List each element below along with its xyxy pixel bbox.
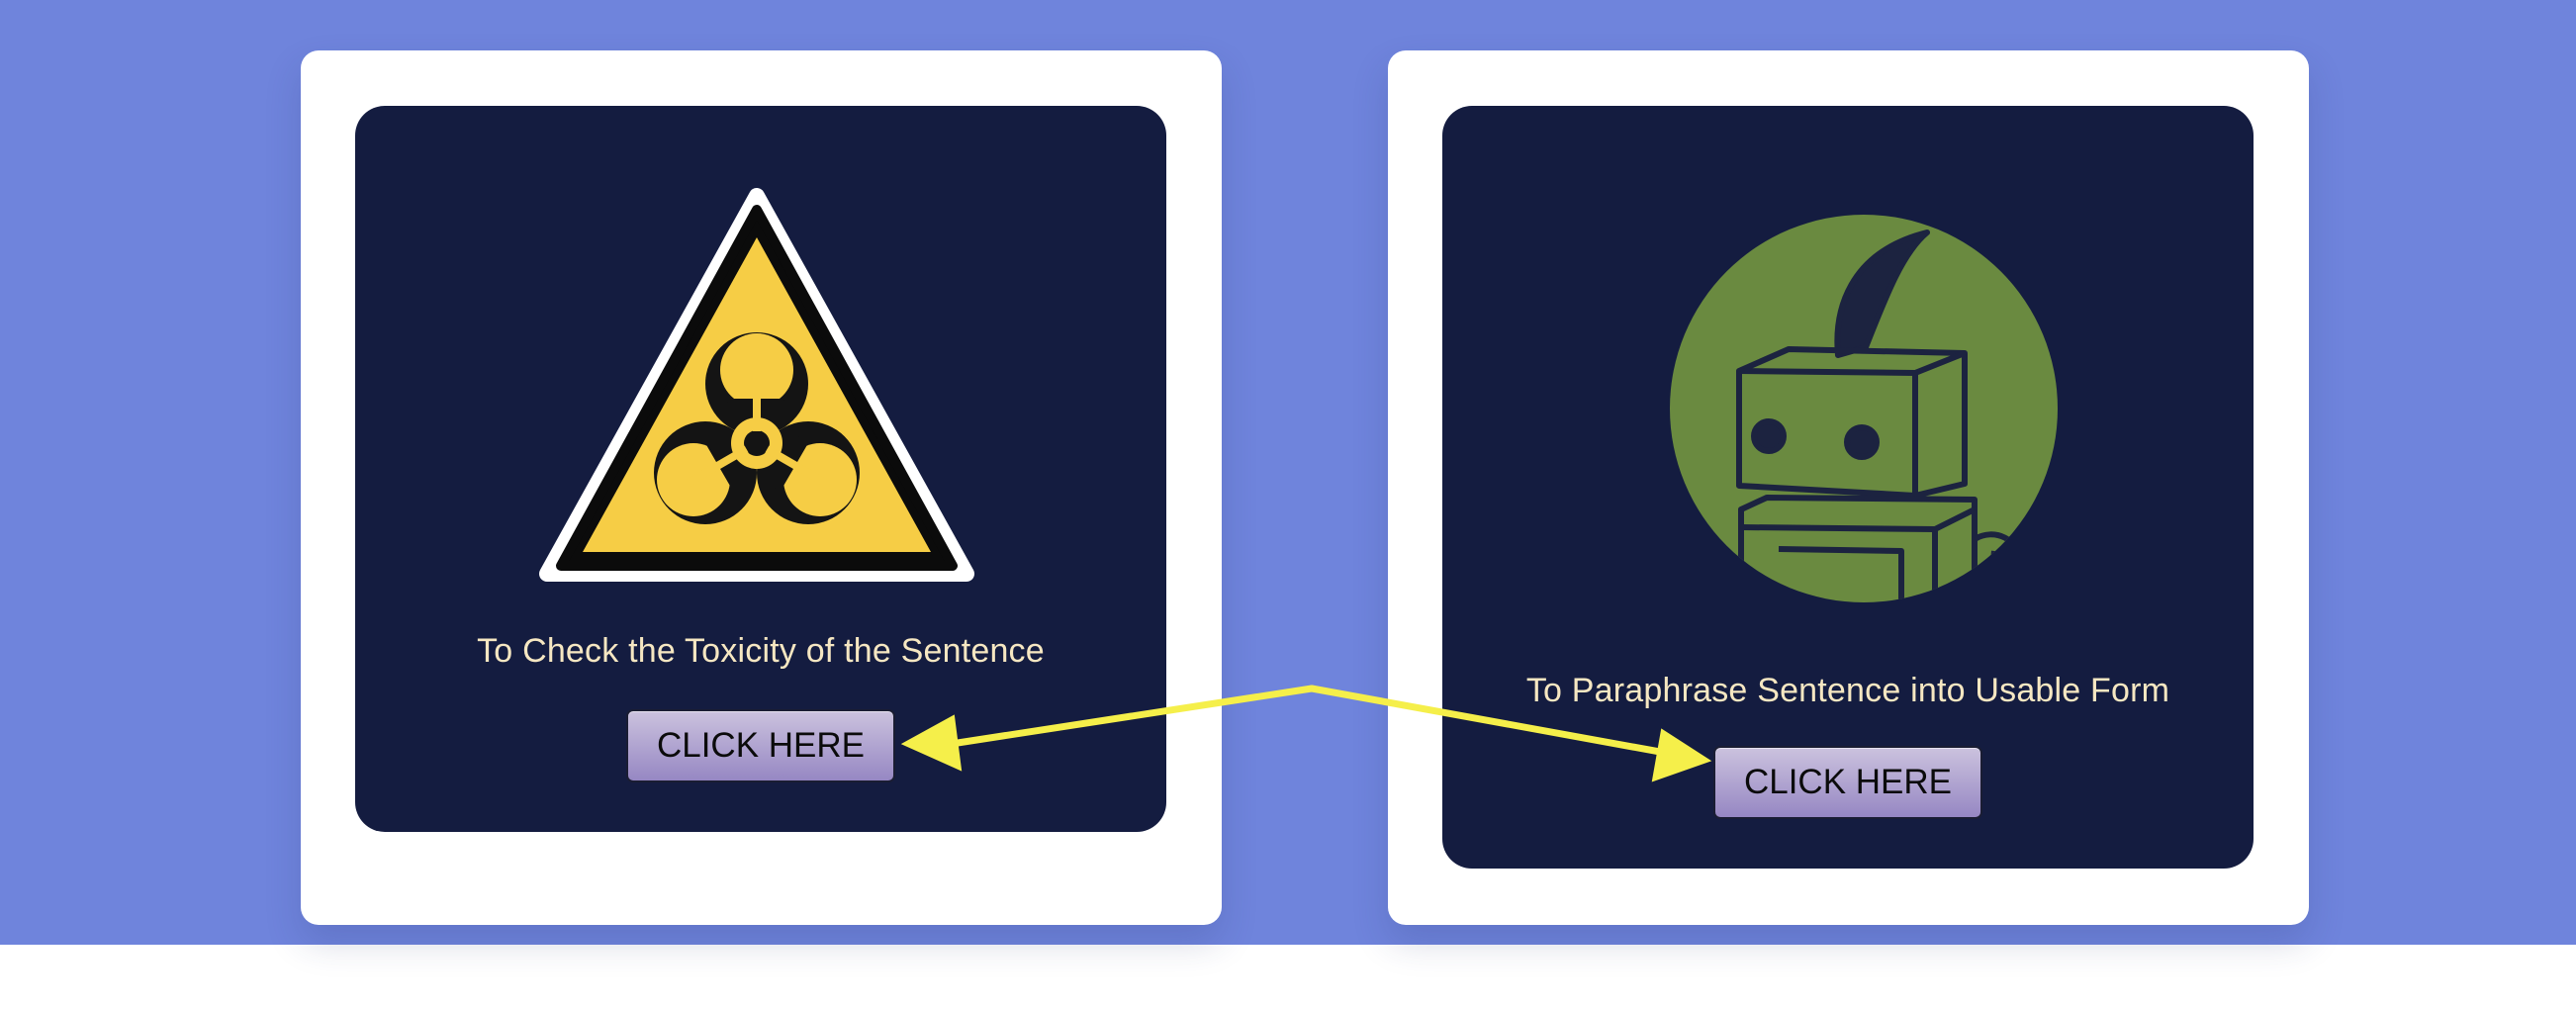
paraphrase-panel: To Paraphrase Sentence into Usable Form … (1442, 106, 2254, 869)
robot-quill-icon (1668, 213, 2060, 608)
paraphrase-click-here-button[interactable]: CLICK HERE (1713, 746, 1982, 819)
toxicity-panel: To Check the Toxicity of the Sentence CL… (355, 106, 1166, 832)
paraphrase-caption: To Paraphrase Sentence into Usable Form (1525, 672, 2170, 709)
hero-band: To Check the Toxicity of the Sentence CL… (0, 0, 2576, 945)
biohazard-warning-icon (539, 188, 974, 584)
paraphrase-card: To Paraphrase Sentence into Usable Form … (1388, 50, 2309, 925)
toxicity-caption: To Check the Toxicity of the Sentence (477, 632, 1045, 670)
toxicity-card: To Check the Toxicity of the Sentence CL… (301, 50, 1222, 925)
toxicity-click-here-button[interactable]: CLICK HERE (626, 709, 895, 782)
